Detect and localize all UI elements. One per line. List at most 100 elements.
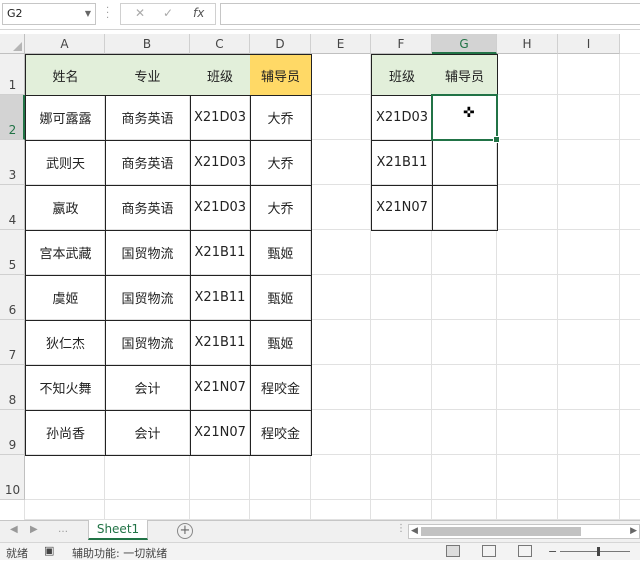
more-sheets-icon[interactable]: …	[58, 524, 68, 535]
table-cell[interactable]: X21B11	[371, 140, 433, 186]
table-cell[interactable]: 娜可露露	[25, 95, 106, 141]
column-header-f[interactable]: F	[371, 34, 432, 54]
column-header-i[interactable]: I	[558, 34, 620, 54]
sheet-tab-sheet1[interactable]: Sheet1	[88, 520, 148, 540]
table-header-cell[interactable]: 班级	[371, 54, 433, 96]
table-cell[interactable]: 宫本武藏	[25, 230, 106, 276]
row-header-2[interactable]: 2	[0, 95, 25, 140]
row-header-10[interactable]: 10	[0, 455, 25, 500]
table-cell[interactable]: 嬴政	[25, 185, 106, 231]
row-number: 5	[8, 258, 17, 272]
table-cell[interactable]: X21N07	[371, 185, 433, 231]
table-cell[interactable]: X21B11	[190, 320, 251, 366]
enter-icon[interactable]: ✓	[163, 6, 173, 20]
cell-select-cursor-icon: ✜	[463, 105, 475, 121]
table-cell[interactable]: 不知火舞	[25, 365, 106, 411]
zoom-slider-knob[interactable]	[597, 547, 600, 556]
row-header-5[interactable]: 5	[0, 230, 25, 275]
next-sheet-icon[interactable]: ▶	[30, 524, 38, 535]
status-bar: 就绪 ▣ 辅助功能: 一切就绪 −	[0, 542, 640, 560]
insert-function-icon[interactable]: fx	[193, 6, 204, 20]
table-cell[interactable]: 国贸物流	[105, 275, 191, 321]
table-cell[interactable]: 会计	[105, 410, 191, 456]
gridline-vertical	[619, 54, 620, 520]
table-cell[interactable]: X21N07	[190, 365, 251, 411]
table-cell[interactable]: 孙尚香	[25, 410, 106, 456]
table-cell[interactable]: 大乔	[250, 140, 312, 186]
table-cell[interactable]: X21B11	[190, 275, 251, 321]
prev-sheet-icon[interactable]: ◀	[10, 524, 18, 535]
table-cell[interactable]: 甄姬	[250, 275, 312, 321]
table-cell[interactable]: X21D03	[371, 95, 433, 141]
table-cell[interactable]: 国贸物流	[105, 320, 191, 366]
scroll-thumb[interactable]	[421, 527, 581, 536]
table-cell[interactable]: X21D03	[190, 140, 251, 186]
gridline-horizontal	[25, 499, 640, 500]
table-cell[interactable]: 会计	[105, 365, 191, 411]
drag-handle-icon[interactable]: · · ·	[106, 4, 109, 24]
column-header-a[interactable]: A	[25, 34, 105, 54]
page-break-view-icon[interactable]	[518, 545, 532, 557]
row-header-9[interactable]: 9	[0, 410, 25, 455]
column-header-h[interactable]: H	[497, 34, 558, 54]
cancel-icon[interactable]: ✕	[135, 6, 145, 20]
row-header-3[interactable]: 3	[0, 140, 25, 185]
table-cell[interactable]: X21D03	[190, 185, 251, 231]
name-box-value: G2	[7, 7, 23, 20]
row-header-7[interactable]: 7	[0, 320, 25, 365]
table-header-cell[interactable]: 专业	[105, 54, 191, 96]
zoom-out-icon[interactable]: −	[548, 545, 557, 558]
normal-view-icon[interactable]	[446, 545, 460, 557]
formula-bar: G2 ▼ · · · ✕ ✓ fx	[0, 0, 640, 30]
sheet-tab-bar: ◀ ▶ … Sheet1 + ⋮ ◀ ▶	[0, 520, 640, 542]
table-cell[interactable]: 商务英语	[105, 95, 191, 141]
column-header-c[interactable]: C	[190, 34, 250, 54]
column-header-g[interactable]: G	[432, 34, 497, 54]
table-cell[interactable]: 甄姬	[250, 320, 312, 366]
table-cell[interactable]: 程咬金	[250, 365, 312, 411]
row-header-6[interactable]: 6	[0, 275, 25, 320]
table-cell[interactable]: 武则天	[25, 140, 106, 186]
formula-input[interactable]	[220, 3, 640, 25]
table-cell[interactable]	[432, 185, 498, 231]
table-header-cell[interactable]: 班级	[190, 54, 251, 96]
accessibility-status[interactable]: 辅助功能: 一切就绪	[72, 545, 167, 561]
page-layout-icon[interactable]	[482, 545, 496, 557]
table-header-cell[interactable]: 辅导员	[250, 54, 312, 96]
table-cell[interactable]: X21B11	[190, 230, 251, 276]
table-cell[interactable]: 程咬金	[250, 410, 312, 456]
horizontal-scrollbar[interactable]: ◀ ▶	[408, 524, 640, 539]
add-sheet-icon[interactable]: +	[177, 523, 193, 539]
macro-record-icon[interactable]: ▣	[44, 544, 54, 557]
table-cell[interactable]: 甄姬	[250, 230, 312, 276]
table-cell[interactable]: 大乔	[250, 185, 312, 231]
table-cell[interactable]: 国贸物流	[105, 230, 191, 276]
row-header-4[interactable]: 4	[0, 185, 25, 230]
table-cell[interactable]: 大乔	[250, 95, 312, 141]
tab-split-handle-icon[interactable]: ⋮	[396, 523, 406, 534]
chevron-down-icon[interactable]: ▼	[85, 4, 91, 24]
table-cell[interactable]: X21D03	[190, 95, 251, 141]
column-header-e[interactable]: E	[311, 34, 371, 54]
gridline-vertical	[557, 54, 558, 520]
row-number: 1	[8, 78, 17, 92]
table-cell[interactable]: 狄仁杰	[25, 320, 106, 366]
table-cell[interactable]	[432, 140, 498, 186]
table-header-cell[interactable]: 辅导员	[432, 54, 498, 96]
zoom-slider[interactable]	[560, 551, 630, 552]
table-header-cell[interactable]: 姓名	[25, 54, 106, 96]
name-box[interactable]: G2 ▼	[2, 3, 96, 25]
table-cell[interactable]: 虞姬	[25, 275, 106, 321]
row-header-1[interactable]: 1	[0, 54, 25, 95]
scroll-left-icon[interactable]: ◀	[411, 525, 418, 538]
table-cell[interactable]: 商务英语	[105, 140, 191, 186]
table-cell[interactable]: 商务英语	[105, 185, 191, 231]
column-header-b[interactable]: B	[105, 34, 190, 54]
formula-buttons: ✕ ✓ fx	[120, 3, 216, 25]
row-header-8[interactable]: 8	[0, 365, 25, 410]
scroll-right-icon[interactable]: ▶	[630, 525, 637, 538]
row-number: 8	[8, 393, 17, 407]
column-header-d[interactable]: D	[250, 34, 311, 54]
table-cell[interactable]: X21N07	[190, 410, 251, 456]
select-all-corner[interactable]	[0, 34, 25, 54]
